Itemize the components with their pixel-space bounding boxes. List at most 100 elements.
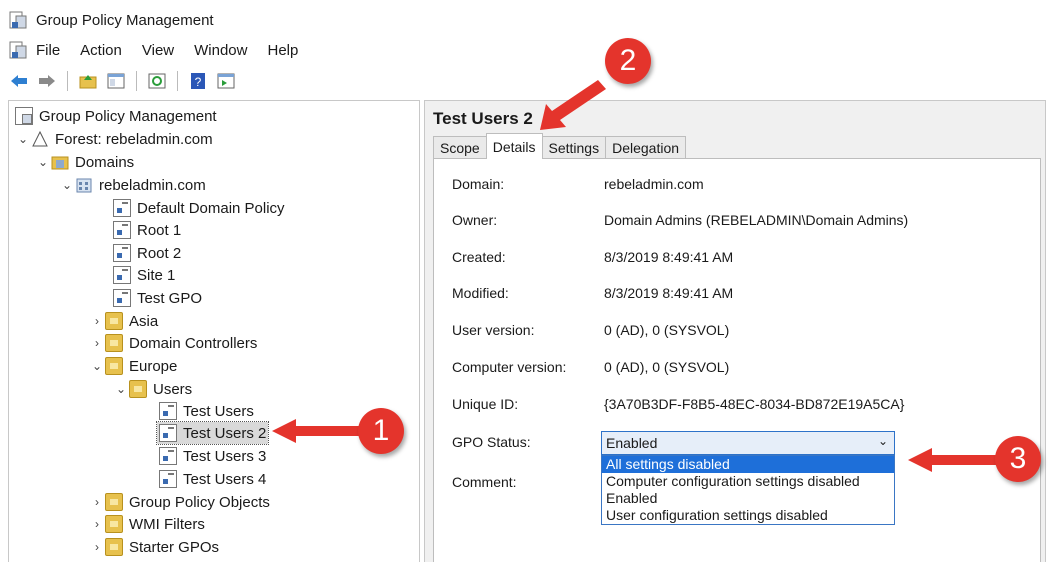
tab-settings[interactable]: Settings: [541, 136, 607, 159]
tree-node-gpo-link[interactable]: Test GPO: [113, 287, 202, 309]
tab-scope[interactable]: Scope: [433, 136, 487, 159]
tree-node-ou[interactable]: › Domain Controllers: [89, 332, 257, 354]
menu-bar: File Action View Window Help: [8, 38, 318, 62]
created-value: 8/3/2019 8:49:41 AM: [604, 249, 734, 265]
gpo-status-value: Enabled: [606, 435, 658, 451]
callout-arrow-icon: [908, 448, 998, 472]
starter-gpo-icon: [105, 538, 123, 556]
tab-details[interactable]: Details: [485, 133, 543, 159]
tree-node-domain[interactable]: ⌄ rebeladmin.com: [59, 174, 206, 196]
tree-node-label: Forest: rebeladmin.com: [55, 130, 213, 148]
gpo-link-icon: [159, 470, 177, 488]
console-tree[interactable]: Group Policy Management ⌄ Forest: rebela…: [8, 100, 420, 562]
gpo-status-dropdown: All settings disabled Computer configura…: [601, 455, 895, 525]
ou-folder-icon: [105, 357, 123, 375]
domains-icon: [51, 153, 69, 171]
computer-version-label: Computer version:: [452, 359, 567, 375]
tree-node-label: Root 2: [137, 244, 182, 262]
tree-node-gpo-link[interactable]: Root 2: [113, 242, 181, 264]
unique-id-label: Unique ID:: [452, 396, 519, 412]
tree-node-label: Test Users 3: [183, 447, 267, 465]
back-icon[interactable]: [8, 70, 30, 92]
option-computer-config-disabled[interactable]: Computer configuration settings disabled: [602, 473, 894, 490]
gpo-link-icon: [159, 424, 177, 442]
tree-node-ou[interactable]: ⌄ Users: [113, 378, 192, 400]
tree-node-gpo-link[interactable]: Test Users 4: [159, 468, 266, 490]
callout-badge-2: 2: [605, 38, 651, 84]
gpo-link-icon: [159, 447, 177, 465]
menu-view[interactable]: View: [142, 42, 174, 59]
toolbar-separator: [67, 71, 68, 91]
tree-node-label: Default Domain Policy: [137, 199, 285, 217]
chevron-down-icon[interactable]: ⌄: [59, 178, 75, 192]
up-folder-icon[interactable]: [77, 70, 99, 92]
gpo-link-icon: [113, 221, 131, 239]
wmi-filter-icon: [105, 515, 123, 533]
tree-node-label: Domains: [75, 153, 135, 171]
help-icon[interactable]: ?: [187, 70, 209, 92]
gpo-title: Test Users 2: [433, 109, 533, 128]
chevron-right-icon[interactable]: ›: [89, 540, 105, 554]
gpmc-app-icon: [9, 11, 27, 29]
domain-value: rebeladmin.com: [604, 176, 704, 192]
tree-node-starter-gpos[interactable]: › Starter GPOs: [89, 536, 219, 558]
window-title: Group Policy Management: [36, 11, 214, 29]
chevron-down-icon[interactable]: ⌄: [878, 434, 888, 448]
tab-strip: Scope Details Settings Delegation: [433, 133, 687, 159]
tree-node-forest[interactable]: ⌄ Forest: rebeladmin.com: [15, 128, 213, 150]
tree-node-gpo-link[interactable]: Root 1: [113, 219, 181, 241]
tree-node-gpo-link[interactable]: Test Users 3: [159, 445, 266, 467]
tree-node-ou[interactable]: ⌄ Europe: [89, 355, 177, 377]
gpo-link-icon: [159, 402, 177, 420]
tree-node-label: Site 1: [137, 266, 176, 284]
chevron-right-icon[interactable]: ›: [89, 314, 105, 328]
unique-id-value: {3A70B3DF-F8B5-48EC-8034-BD872E19A5CA}: [604, 396, 905, 412]
tree-node-label: Asia: [129, 312, 159, 330]
tree-node-gpmc-root[interactable]: Group Policy Management: [15, 105, 217, 127]
user-version-value: 0 (AD), 0 (SYSVOL): [604, 322, 730, 338]
tree-node-gpo-link[interactable]: Site 1: [113, 264, 175, 286]
tree-node-ou[interactable]: › Asia: [89, 310, 158, 332]
chevron-right-icon[interactable]: ›: [89, 517, 105, 531]
toolbar-separator: [177, 71, 178, 91]
option-user-config-disabled[interactable]: User configuration settings disabled: [602, 507, 894, 524]
toolbar-separator: [136, 71, 137, 91]
tree-node-gpo-container[interactable]: › Group Policy Objects: [89, 491, 270, 513]
chevron-down-icon[interactable]: ⌄: [15, 132, 31, 146]
chevron-right-icon[interactable]: ›: [89, 495, 105, 509]
ou-folder-icon: [129, 380, 147, 398]
menu-window[interactable]: Window: [194, 42, 247, 59]
chevron-down-icon[interactable]: ⌄: [113, 382, 129, 396]
option-enabled[interactable]: Enabled: [602, 490, 894, 507]
forward-icon[interactable]: [36, 70, 58, 92]
tree-node-label: Domain Controllers: [129, 334, 258, 352]
menu-help[interactable]: Help: [267, 42, 298, 59]
chevron-right-icon[interactable]: ›: [89, 336, 105, 350]
forest-icon: [31, 130, 49, 148]
callout-arrow-icon: [272, 419, 362, 443]
tree-node-wmi-filters[interactable]: › WMI Filters: [89, 513, 205, 535]
tree-node-domains[interactable]: ⌄ Domains: [35, 151, 134, 173]
gpo-status-select[interactable]: Enabled ⌄: [601, 431, 895, 455]
tree-node-label: WMI Filters: [129, 515, 205, 533]
tree-node-label: Test Users 4: [183, 470, 267, 488]
tree-node-label: Test Users 2: [183, 424, 267, 442]
menu-file[interactable]: File: [36, 42, 60, 59]
tree-node-label: Users: [153, 380, 193, 398]
tab-delegation[interactable]: Delegation: [605, 136, 687, 159]
properties-icon[interactable]: [215, 70, 237, 92]
chevron-down-icon[interactable]: ⌄: [35, 155, 51, 169]
tree-node-gpo-link-selected[interactable]: Test Users 2: [155, 421, 270, 445]
gpo-link-icon: [113, 266, 131, 284]
option-all-settings-disabled[interactable]: All settings disabled: [602, 456, 894, 473]
tree-node-gpo-link[interactable]: Test Users: [159, 400, 254, 422]
refresh-icon[interactable]: [146, 70, 168, 92]
title-bar: Group Policy Management: [8, 8, 214, 32]
gpmc-menu-icon[interactable]: [8, 40, 28, 60]
chevron-down-icon[interactable]: ⌄: [89, 359, 105, 373]
tree-node-gpo-link[interactable]: Default Domain Policy: [113, 197, 285, 219]
show-hide-tree-icon[interactable]: [105, 70, 127, 92]
console-icon: [15, 107, 33, 125]
tree-node-label: Group Policy Objects: [129, 493, 270, 511]
menu-action[interactable]: Action: [80, 42, 122, 59]
